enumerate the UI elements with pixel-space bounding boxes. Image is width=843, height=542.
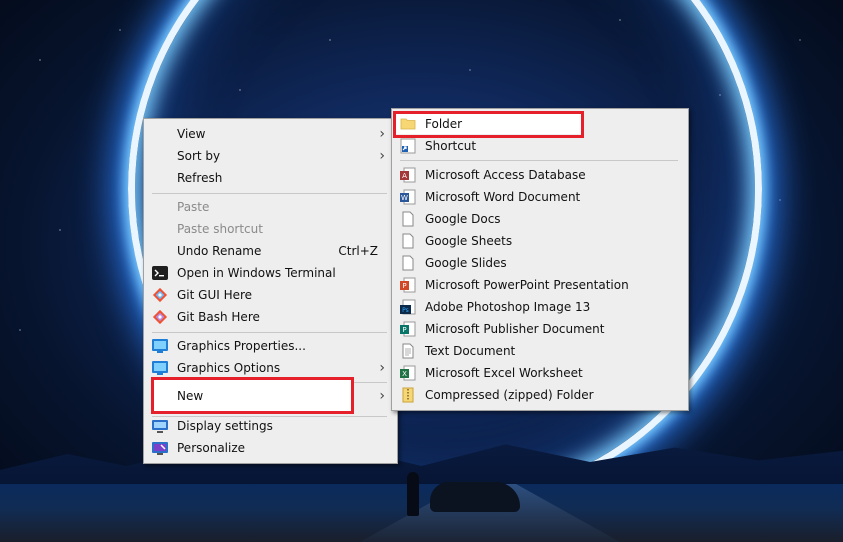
shortcut-icon bbox=[400, 138, 416, 154]
submenu-item-photoshop[interactable]: Ps Adobe Photoshop Image 13 bbox=[392, 296, 688, 318]
svg-text:W: W bbox=[401, 194, 408, 202]
menu-item-git-bash-here[interactable]: Git Bash Here bbox=[144, 306, 397, 328]
git-icon bbox=[152, 309, 168, 325]
wallpaper-car bbox=[430, 482, 520, 512]
graphics-icon bbox=[152, 360, 168, 376]
svg-text:P: P bbox=[402, 326, 406, 334]
menu-item-label: Open in Windows Terminal bbox=[177, 266, 336, 280]
menu-item-undo-rename[interactable]: Undo Rename Ctrl+Z bbox=[144, 240, 397, 262]
menu-item-personalize[interactable]: Personalize bbox=[144, 437, 397, 459]
submenu-item-excel[interactable]: X Microsoft Excel Worksheet bbox=[392, 362, 688, 384]
menu-item-label: Paste bbox=[177, 200, 210, 214]
menu-item-label: Undo Rename bbox=[177, 244, 262, 258]
submenu-item-label: Google Slides bbox=[425, 256, 507, 270]
folder-item-highlight-box bbox=[393, 111, 584, 138]
menu-item-label: Graphics Properties... bbox=[177, 339, 306, 353]
blank-doc-icon bbox=[400, 211, 416, 227]
svg-text:Ps: Ps bbox=[402, 307, 409, 314]
excel-icon: X bbox=[400, 365, 416, 381]
submenu-item-label: Microsoft Access Database bbox=[425, 168, 586, 182]
submenu-item-word[interactable]: W Microsoft Word Document bbox=[392, 186, 688, 208]
menu-item-label: Git GUI Here bbox=[177, 288, 253, 302]
chevron-right-icon: › bbox=[379, 148, 385, 164]
submenu-item-google-slides[interactable]: Google Slides bbox=[392, 252, 688, 274]
blank-doc-icon bbox=[400, 255, 416, 271]
submenu-item-label: Shortcut bbox=[425, 139, 477, 153]
photoshop-icon: Ps bbox=[400, 299, 416, 315]
submenu-item-label: Adobe Photoshop Image 13 bbox=[425, 300, 591, 314]
word-icon: W bbox=[400, 189, 416, 205]
publisher-icon: P bbox=[400, 321, 416, 337]
menu-item-open-in-windows-terminal[interactable]: Open in Windows Terminal bbox=[144, 262, 397, 284]
menu-item-label: View bbox=[177, 127, 206, 141]
new-submenu: Folder Shortcut A Microsoft Access Datab… bbox=[391, 108, 689, 411]
menu-item-label: Git Bash Here bbox=[177, 310, 260, 324]
submenu-item-label: Compressed (zipped) Folder bbox=[425, 388, 594, 402]
submenu-item-publisher[interactable]: P Microsoft Publisher Document bbox=[392, 318, 688, 340]
menu-item-sort-by[interactable]: Sort by › bbox=[144, 145, 397, 167]
chevron-right-icon: › bbox=[379, 126, 385, 142]
chevron-right-icon: › bbox=[379, 388, 385, 404]
svg-text:A: A bbox=[402, 172, 407, 180]
menu-item-label: Display settings bbox=[177, 419, 273, 433]
menu-separator bbox=[400, 160, 678, 161]
menu-item-graphics-properties[interactable]: Graphics Properties... bbox=[144, 335, 397, 357]
menu-item-view[interactable]: View › bbox=[144, 123, 397, 145]
submenu-item-label: Microsoft PowerPoint Presentation bbox=[425, 278, 629, 292]
submenu-item-compressed-folder[interactable]: Compressed (zipped) Folder bbox=[392, 384, 688, 406]
submenu-item-label: Microsoft Excel Worksheet bbox=[425, 366, 583, 380]
svg-text:X: X bbox=[402, 370, 407, 378]
menu-item-paste-shortcut: Paste shortcut bbox=[144, 218, 397, 240]
submenu-item-shortcut[interactable]: Shortcut bbox=[392, 135, 688, 157]
menu-item-label: Graphics Options bbox=[177, 361, 281, 375]
submenu-item-google-docs[interactable]: Google Docs bbox=[392, 208, 688, 230]
menu-item-refresh[interactable]: Refresh bbox=[144, 167, 397, 189]
menu-item-label: Sort by bbox=[177, 149, 221, 163]
display-icon bbox=[152, 418, 168, 434]
menu-separator bbox=[152, 193, 387, 194]
text-doc-icon bbox=[400, 343, 416, 359]
zip-folder-icon bbox=[400, 387, 416, 403]
submenu-item-label: Microsoft Publisher Document bbox=[425, 322, 605, 336]
keyboard-shortcut: Ctrl+Z bbox=[338, 244, 378, 258]
blank-doc-icon bbox=[400, 233, 416, 249]
menu-item-paste: Paste bbox=[144, 196, 397, 218]
menu-item-graphics-options[interactable]: Graphics Options › bbox=[144, 357, 397, 379]
menu-item-display-settings[interactable]: Display settings bbox=[144, 415, 397, 437]
terminal-icon bbox=[152, 265, 168, 281]
graphics-icon bbox=[152, 338, 168, 354]
submenu-item-label: Microsoft Word Document bbox=[425, 190, 581, 204]
submenu-item-google-sheets[interactable]: Google Sheets bbox=[392, 230, 688, 252]
menu-item-git-gui-here[interactable]: Git GUI Here bbox=[144, 284, 397, 306]
submenu-item-label: Google Sheets bbox=[425, 234, 513, 248]
submenu-item-label: Text Document bbox=[425, 344, 516, 358]
wallpaper-person bbox=[407, 472, 419, 516]
powerpoint-icon: P bbox=[400, 277, 416, 293]
menu-item-label: Refresh bbox=[177, 171, 223, 185]
menu-item-label: Paste shortcut bbox=[177, 222, 263, 236]
chevron-right-icon: › bbox=[379, 360, 385, 376]
menu-separator bbox=[152, 332, 387, 333]
git-icon bbox=[152, 287, 168, 303]
svg-text:P: P bbox=[402, 282, 406, 290]
submenu-item-access[interactable]: A Microsoft Access Database bbox=[392, 164, 688, 186]
submenu-item-text-document[interactable]: Text Document bbox=[392, 340, 688, 362]
desktop-context-menu: View › Sort by › Refresh Paste Paste sho… bbox=[143, 118, 398, 464]
menu-item-label: Personalize bbox=[177, 441, 246, 455]
submenu-item-label: Google Docs bbox=[425, 212, 501, 226]
new-item-highlight-box bbox=[151, 377, 354, 414]
personalize-icon bbox=[152, 440, 168, 456]
access-icon: A bbox=[400, 167, 416, 183]
submenu-item-powerpoint[interactable]: P Microsoft PowerPoint Presentation bbox=[392, 274, 688, 296]
